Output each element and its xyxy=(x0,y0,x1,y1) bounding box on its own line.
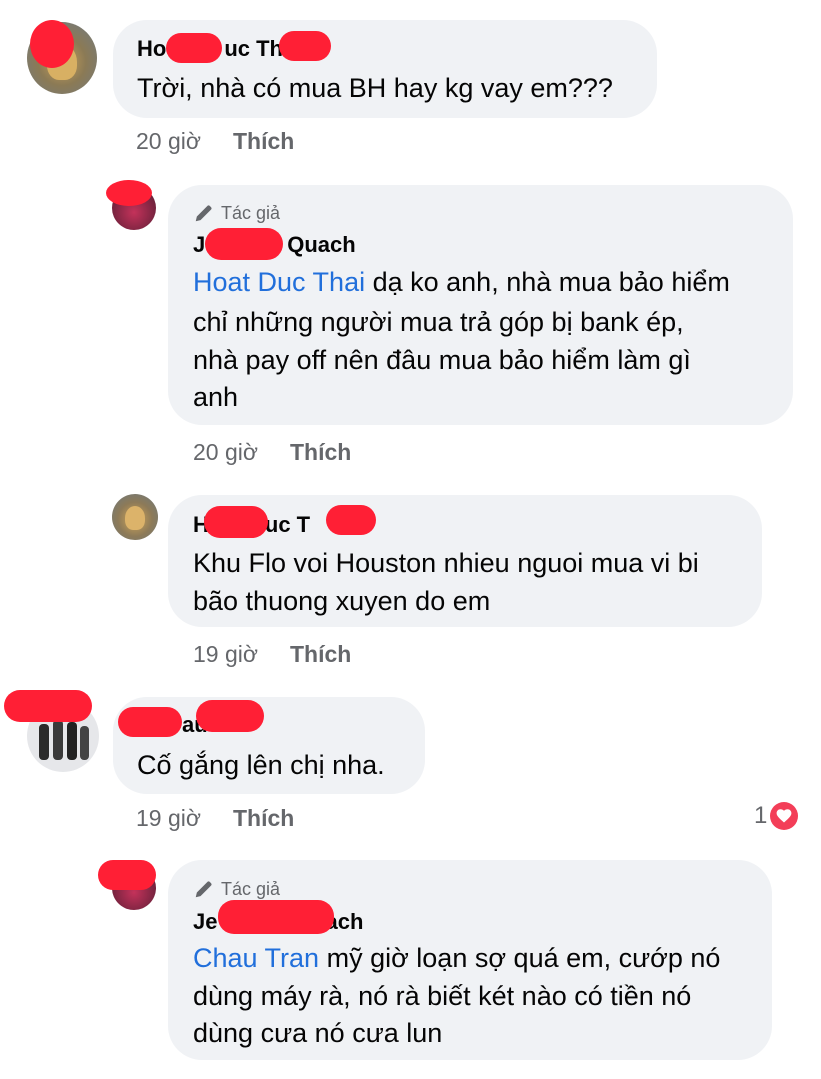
comment-text: anh xyxy=(193,382,239,412)
like-button[interactable]: Thích xyxy=(233,128,294,154)
avatar-redaction xyxy=(4,690,92,722)
timestamp[interactable]: 19 giờ xyxy=(193,641,258,667)
comment-text: Khu Flo voi Houston nhieu nguoi mua vi b… xyxy=(193,548,699,578)
name-redaction xyxy=(205,228,283,260)
comment-text: Cố gắng lên chị nha. xyxy=(137,750,385,780)
like-button[interactable]: Thích xyxy=(233,805,294,831)
comment-text: nhà pay off nên đâu mua bảo hiểm làm gì xyxy=(193,345,691,375)
comment-meta: 20 giờ Thích xyxy=(136,128,294,155)
name-redaction xyxy=(204,506,268,538)
timestamp[interactable]: 20 giờ xyxy=(136,128,201,154)
comment-text: chỉ những người mua trả góp bị bank ép, xyxy=(193,307,684,337)
comment-text: Hoat Duc Thai dạ ko anh, nhà mua bảo hiể… xyxy=(193,267,730,297)
comment-meta: 19 giờ Thích xyxy=(193,641,351,668)
comment-text: dùng máy rà, nó rà biết két nào có tiền … xyxy=(193,981,692,1011)
name-redaction xyxy=(196,700,264,732)
avatar[interactable] xyxy=(112,494,158,540)
reaction-summary[interactable]: 1 xyxy=(754,802,799,830)
timestamp[interactable]: 19 giờ xyxy=(136,805,201,831)
like-button[interactable]: Thích xyxy=(290,641,351,667)
avatar-redaction xyxy=(98,860,156,890)
pencil-icon xyxy=(195,881,212,898)
comment-text: Chau Tran mỹ giờ loạn sợ quá em, cướp nó xyxy=(193,943,721,973)
comment-text: bão thuong xuyen do em xyxy=(193,586,491,616)
name-redaction xyxy=(279,31,331,61)
like-button[interactable]: Thích xyxy=(290,439,351,465)
comment-text: dùng cưa nó cưa lun xyxy=(193,1018,443,1048)
pencil-icon xyxy=(195,205,212,222)
mention-link[interactable]: Hoat Duc Thai xyxy=(193,267,365,297)
timestamp[interactable]: 20 giờ xyxy=(193,439,258,465)
name-redaction xyxy=(326,505,376,535)
avatar-redaction xyxy=(106,180,152,206)
comment-meta: 19 giờ Thích xyxy=(136,805,294,832)
author-badge: Tác giả xyxy=(193,878,280,900)
name-redaction xyxy=(166,33,222,63)
author-badge: Tác giả xyxy=(193,202,280,224)
comment-text: Trời, nhà có mua BH hay kg vay em??? xyxy=(137,73,613,103)
avatar-redaction xyxy=(30,20,74,68)
name-redaction xyxy=(118,707,182,737)
comment-meta: 20 giờ Thích xyxy=(193,439,351,466)
mention-link[interactable]: Chau Tran xyxy=(193,943,319,973)
reaction-count: 1 xyxy=(754,802,768,829)
name-redaction xyxy=(218,900,334,934)
heart-icon xyxy=(770,802,799,830)
